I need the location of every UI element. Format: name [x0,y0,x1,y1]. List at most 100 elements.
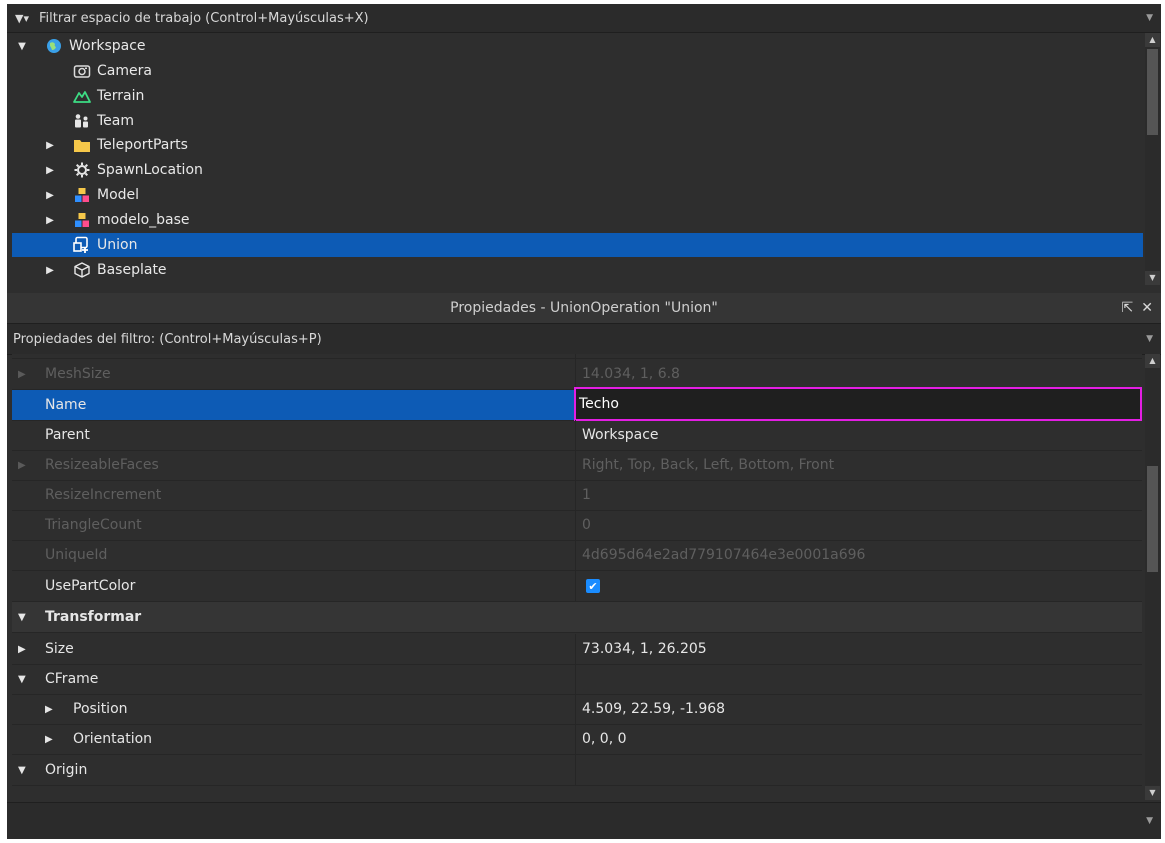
property-name: CFrame [45,671,99,687]
tree-item-label: TeleportParts [97,137,188,153]
property-row-uniqueid: UniqueId 4d695d64e2ad779107464e3e0001a69… [12,540,1142,571]
tree-item-label: Union [97,237,138,253]
tree-item-model[interactable]: ▶ Model [12,183,1143,207]
tree-item-team[interactable]: Team [12,109,1143,133]
tree-item-label: SpawnLocation [97,162,203,178]
property-value: 4d695d64e2ad779107464e3e0001a696 [582,547,866,563]
property-value: 1 [582,487,591,503]
scroll-down-icon[interactable]: ▼ [1145,786,1160,800]
collapse-caret-icon[interactable]: ▼ [18,674,26,685]
tree-item-label: Model [97,187,140,203]
chevron-down-icon[interactable]: ▼ [1146,334,1153,344]
command-bar[interactable]: ▼ [7,802,1161,839]
property-row-parent[interactable]: Parent Workspace [12,420,1142,451]
property-name: Position [73,701,128,717]
property-name: Size [45,641,74,657]
explorer-filter-input[interactable]: Filtrar espacio de trabajo (Control+Mayú… [39,11,369,26]
expand-caret-icon[interactable]: ▶ [18,460,26,471]
expand-caret-icon[interactable]: ▶ [43,215,57,226]
chevron-down-icon[interactable]: ▼ [1146,816,1153,826]
camera-icon [73,62,91,80]
tree-item-union[interactable]: Union [12,233,1143,257]
folder-icon [73,136,91,154]
scroll-up-icon[interactable]: ▲ [1145,33,1160,47]
property-name: ResizeableFaces [45,457,159,473]
name-edit-field[interactable]: Techo [574,387,1142,421]
expand-caret-icon[interactable]: ▶ [43,140,57,151]
property-value[interactable]: 4.509, 22.59, -1.968 [582,701,725,717]
property-row-meshsize[interactable]: ▶ MeshSize 14.034, 1, 6.8 [12,359,1142,390]
property-row-orientation[interactable]: ▶ Orientation 0, 0, 0 [12,724,1142,755]
property-value: 14.034, 1, 6.8 [582,366,680,382]
property-name: Origin [45,762,88,778]
property-value[interactable]: 0, 0, 0 [582,731,627,747]
expand-caret-icon[interactable]: ▼ [15,41,29,52]
team-icon [73,112,91,130]
model-icon [73,211,91,229]
property-row-origin[interactable]: ▼ Origin [12,755,1142,786]
property-name: ResizeIncrement [45,487,162,503]
tree-item-spawnlocation[interactable]: ▶ SpawnLocation [12,158,1143,182]
spawn-icon [73,161,91,179]
filter-icon[interactable]: ▼▾ [11,12,33,25]
property-name: Orientation [73,731,153,747]
tree-item-teleportparts[interactable]: ▶ TeleportParts [12,133,1143,157]
property-row-cframe[interactable]: ▼ CFrame [12,664,1142,695]
expand-caret-icon[interactable]: ▶ [45,734,53,745]
property-row-resizeablefaces[interactable]: ▶ ResizeableFaces Right, Top, Back, Left,… [12,450,1142,481]
baseplate-icon [73,261,91,279]
property-row-trianglecount: TriangleCount 0 [12,510,1142,541]
explorer-scrollbar[interactable]: ▲ ▼ [1145,33,1160,285]
scroll-up-icon[interactable]: ▲ [1145,354,1160,368]
tree-item-camera[interactable]: Camera [12,59,1143,83]
tree-item-label: modelo_base [97,212,190,228]
studio-panels: ▼▾ Filtrar espacio de trabajo (Control+M… [7,4,1161,839]
explorer-filter-bar[interactable]: ▼▾ Filtrar espacio de trabajo (Control+M… [7,4,1161,33]
property-row-size[interactable]: ▶ Size 73.034, 1, 26.205 [12,634,1142,665]
properties-scrollbar[interactable]: ▲ ▼ [1145,354,1160,800]
scroll-down-icon[interactable]: ▼ [1145,271,1160,285]
explorer-tree: ▼ Workspace Camera Terrain Team ▶ Telepo… [7,33,1145,285]
terrain-icon [73,87,91,105]
collapse-caret-icon[interactable]: ▼ [18,612,26,623]
scroll-thumb[interactable] [1147,49,1158,135]
expand-caret-icon[interactable]: ▶ [18,644,26,655]
expand-caret-icon[interactable]: ▶ [45,704,53,715]
property-value-input[interactable]: Techo [579,396,619,412]
tree-item-label: Team [97,113,135,129]
undock-icon[interactable]: ⇱ [1122,300,1134,316]
union-icon [73,236,91,254]
properties-filter-input[interactable]: Propiedades del filtro: (Control+Mayúscu… [13,332,322,347]
properties-title-bar: Propiedades - UnionOperation "Union" ⇱ ✕ [7,293,1161,323]
property-row-usepartcolor[interactable]: UsePartColor ✔ [12,571,1142,602]
property-name: MeshSize [45,366,111,382]
expand-caret-icon[interactable]: ▶ [43,165,57,176]
globe-icon [45,37,63,55]
tree-item-label: Camera [97,63,152,79]
property-value[interactable]: 73.034, 1, 26.205 [582,641,707,657]
collapse-caret-icon[interactable]: ▼ [18,765,26,776]
expand-caret-icon[interactable]: ▶ [43,190,57,201]
tree-item-workspace[interactable]: ▼ Workspace [12,34,1143,58]
property-row-position[interactable]: ▶ Position 4.509, 22.59, -1.968 [12,694,1142,725]
tree-item-modelo-base[interactable]: ▶ modelo_base [12,208,1143,232]
property-row-name[interactable]: Name Techo [12,387,1142,421]
properties-grid: ▶ MeshSize 14.034, 1, 6.8 Name Techo Pare… [12,354,1142,800]
tree-item-label: Baseplate [97,262,167,278]
chevron-down-icon[interactable]: ▼ [1146,13,1153,23]
expand-caret-icon[interactable]: ▶ [18,369,26,380]
expand-caret-icon[interactable]: ▶ [43,265,57,276]
properties-filter-bar[interactable]: Propiedades del filtro: (Control+Mayúscu… [7,323,1161,355]
property-value: 0 [582,517,591,533]
usepartcolor-checkbox[interactable]: ✔ [586,579,600,593]
property-name: Name [45,397,87,413]
property-value[interactable]: Workspace [582,427,659,443]
category-transformar[interactable]: ▼ Transformar [12,602,1142,633]
properties-title: Propiedades - UnionOperation "Union" [450,300,718,316]
scroll-thumb[interactable] [1147,466,1158,572]
tree-item-baseplate[interactable]: ▶ Baseplate [12,258,1143,282]
close-icon[interactable]: ✕ [1141,300,1153,316]
category-name: Transformar [45,609,142,625]
tree-item-terrain[interactable]: Terrain [12,84,1143,108]
model-icon [73,186,91,204]
